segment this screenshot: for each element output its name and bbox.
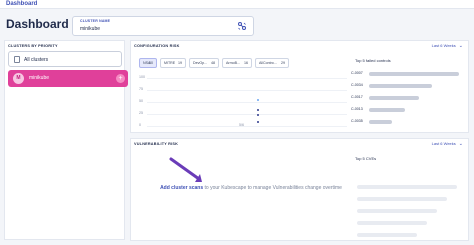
avatar: M [13, 73, 24, 84]
framework-chip[interactable]: AllContro... 29 [255, 58, 289, 68]
gridline [147, 126, 347, 127]
cta-text: to your Kubescape to manage Vulnerabilit… [203, 185, 342, 191]
framework-chip[interactable]: DevOp... 48 [189, 58, 219, 68]
page-title: Dashboard [6, 17, 69, 31]
gridline [147, 102, 347, 103]
cve-placeholder [357, 209, 437, 213]
arrow-icon [169, 157, 202, 182]
data-point[interactable] [257, 114, 259, 116]
cluster-item-minikube[interactable]: M minikube + [8, 70, 128, 87]
cve-placeholder [357, 221, 427, 225]
y-tick: 25 [139, 111, 143, 115]
breadcrumb[interactable]: Dashboard [6, 1, 37, 7]
control-bar [369, 84, 432, 88]
risk-chart [147, 76, 347, 127]
data-point[interactable] [257, 121, 259, 124]
chevron-down-icon: ⌄ [458, 43, 463, 49]
y-tick: 0 [139, 123, 141, 127]
cluster-select-value: minikube [80, 26, 101, 32]
configuration-risk-panel: CONFIGURATION RISK Last 6 Weeks ⌄ NSA 50 M… [130, 40, 469, 133]
period-label: Last 6 Weeks [431, 43, 456, 48]
top-failed-controls-title: Top 5 failed controls [355, 58, 391, 63]
data-point[interactable] [257, 109, 259, 112]
vulnerability-risk-title: VULNERABILITY RISK [134, 142, 179, 146]
data-point[interactable] [257, 98, 259, 101]
gridline [147, 78, 347, 79]
framework-chip[interactable]: NSA 50 [139, 58, 157, 68]
framework-chip[interactable]: ArmoB... 16 [222, 58, 252, 68]
period-select[interactable]: Last 6 Weeks ⌄ [432, 43, 463, 49]
y-tick: 50 [139, 99, 143, 103]
cluster-item-label: minikube [29, 75, 50, 81]
y-tick: 100 [139, 75, 145, 79]
control-bar [369, 108, 405, 112]
gridline [147, 90, 347, 91]
vulnerability-risk-panel: VULNERABILITY RISK Last 6 Weeks ⌄ Add clu… [130, 138, 469, 241]
cve-placeholder [357, 185, 457, 189]
cve-placeholder [357, 197, 447, 201]
top-cves-title: Top 5 CVEs [355, 156, 377, 161]
y-tick: 75 [139, 87, 143, 91]
cluster-select[interactable]: CLUSTER NAME minikube [72, 16, 254, 36]
all-clusters-button[interactable]: All clusters [8, 51, 122, 67]
configuration-risk-title: CONFIGURATION RISK [134, 44, 180, 48]
cluster-switch-icon[interactable] [237, 21, 247, 31]
period-select[interactable]: Last 6 Weeks ⌄ [432, 141, 463, 147]
clusters-panel-title: CLUSTERS BY PRIORITY [8, 44, 58, 48]
cve-placeholder [357, 233, 417, 237]
gridline [147, 114, 347, 115]
framework-chip[interactable]: MITRE 19 [160, 58, 186, 68]
add-cluster-scans-link[interactable]: Add cluster scans [160, 185, 203, 191]
control-bar [369, 120, 392, 124]
clusters-icon [14, 56, 20, 63]
control-bar [369, 96, 419, 100]
x-tick: 5/6 [239, 123, 244, 127]
add-icon[interactable]: + [116, 74, 125, 83]
control-bar [369, 72, 459, 76]
chevron-down-icon: ⌄ [458, 141, 463, 147]
all-clusters-label: All clusters [24, 57, 49, 63]
period-label: Last 6 Weeks [431, 141, 456, 146]
cluster-select-label: CLUSTER NAME [80, 19, 111, 23]
clusters-panel: CLUSTERS BY PRIORITY All clusters M mini… [4, 40, 128, 240]
add-cluster-scans-message: Add cluster scans to your Kubescape to m… [151, 184, 351, 192]
top-bar: Dashboard [0, 0, 474, 9]
